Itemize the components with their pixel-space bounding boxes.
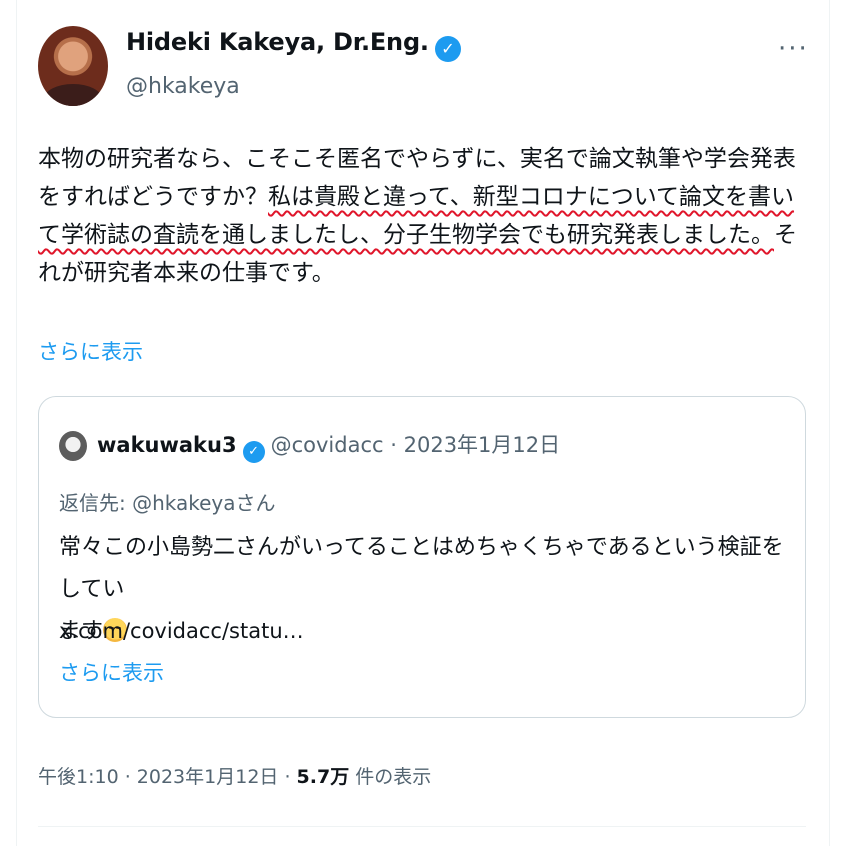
- quoted-show-more-link[interactable]: さらに表示: [59, 657, 164, 687]
- tweet-line-2-plain: をすればどうですか？: [38, 184, 268, 210]
- tweet-line-3-plain: そ: [774, 222, 797, 248]
- quoted-author-name[interactable]: wakuwaku3: [97, 433, 237, 457]
- tweet-line-3-underlined: て学術誌の査読を通しましたし、分子生物学会でも研究発表しました。: [38, 222, 774, 248]
- avatar-shoulders: [44, 84, 102, 106]
- tweet-line-2-underlined: 私は貴殿と違って、新型コロナについて論文を書い: [268, 184, 795, 210]
- tweet-line-1: 本物の研究者なら、こそこそ匿名でやらずに、実名で論文執筆や学会発表: [38, 146, 796, 172]
- timestamp-time-date[interactable]: 午後1:10 · 2023年1月12日 ·: [38, 766, 297, 788]
- quoted-separator: ·: [390, 433, 397, 457]
- author-name[interactable]: Hideki Kakeya, Dr.Eng. ✓: [126, 28, 461, 62]
- quoted-link[interactable]: x.com/covidacc/statu…: [59, 619, 304, 643]
- tweet-line-3: て学術誌の査読を通しましたし、分子生物学会でも研究発表しました。そ: [38, 216, 798, 254]
- tweet-line-2: をすればどうですか？私は貴殿と違って、新型コロナについて論文を書い: [38, 178, 798, 216]
- verified-badge-icon: ✓: [434, 36, 461, 62]
- tweet-timestamp: 午後1:10 · 2023年1月12日 · 5.7万 件の表示: [38, 762, 431, 789]
- tweet-line-4: れが研究者本来の仕事です。: [38, 260, 335, 286]
- author-handle[interactable]: @hkakeya: [126, 74, 240, 99]
- quoted-tweet-card[interactable]: wakuwaku3 ✓ @covidacc · 2023年1月12日 返信先: @h…: [38, 396, 806, 718]
- quoted-date[interactable]: 2023年1月12日: [404, 433, 561, 457]
- quoted-text-line-1: 常々この小島勢二さんがいってることはめちゃくちゃであるという検証をしてい: [59, 535, 784, 602]
- views-label: 件の表示: [349, 766, 432, 788]
- quoted-tweet-header: wakuwaku3 ✓ @covidacc · 2023年1月12日: [97, 429, 560, 463]
- more-options-icon[interactable]: ···: [778, 34, 809, 64]
- quoted-author-handle[interactable]: @covidacc: [271, 433, 384, 457]
- author-name-text[interactable]: Hideki Kakeya, Dr.Eng.: [126, 28, 429, 56]
- divider: [38, 826, 806, 827]
- quoted-replying-to: 返信先: @hkakeyaさん: [59, 491, 276, 515]
- author-avatar[interactable]: [38, 26, 108, 106]
- quoted-verified-badge-icon: ✓: [242, 441, 265, 463]
- show-more-link[interactable]: さらに表示: [38, 336, 143, 366]
- tweet-text: 本物の研究者なら、こそこそ匿名でやらずに、実名で論文執筆や学会発表 をすればどう…: [38, 140, 798, 292]
- views-count[interactable]: 5.7万: [297, 766, 350, 788]
- quoted-author-avatar[interactable]: [59, 431, 87, 461]
